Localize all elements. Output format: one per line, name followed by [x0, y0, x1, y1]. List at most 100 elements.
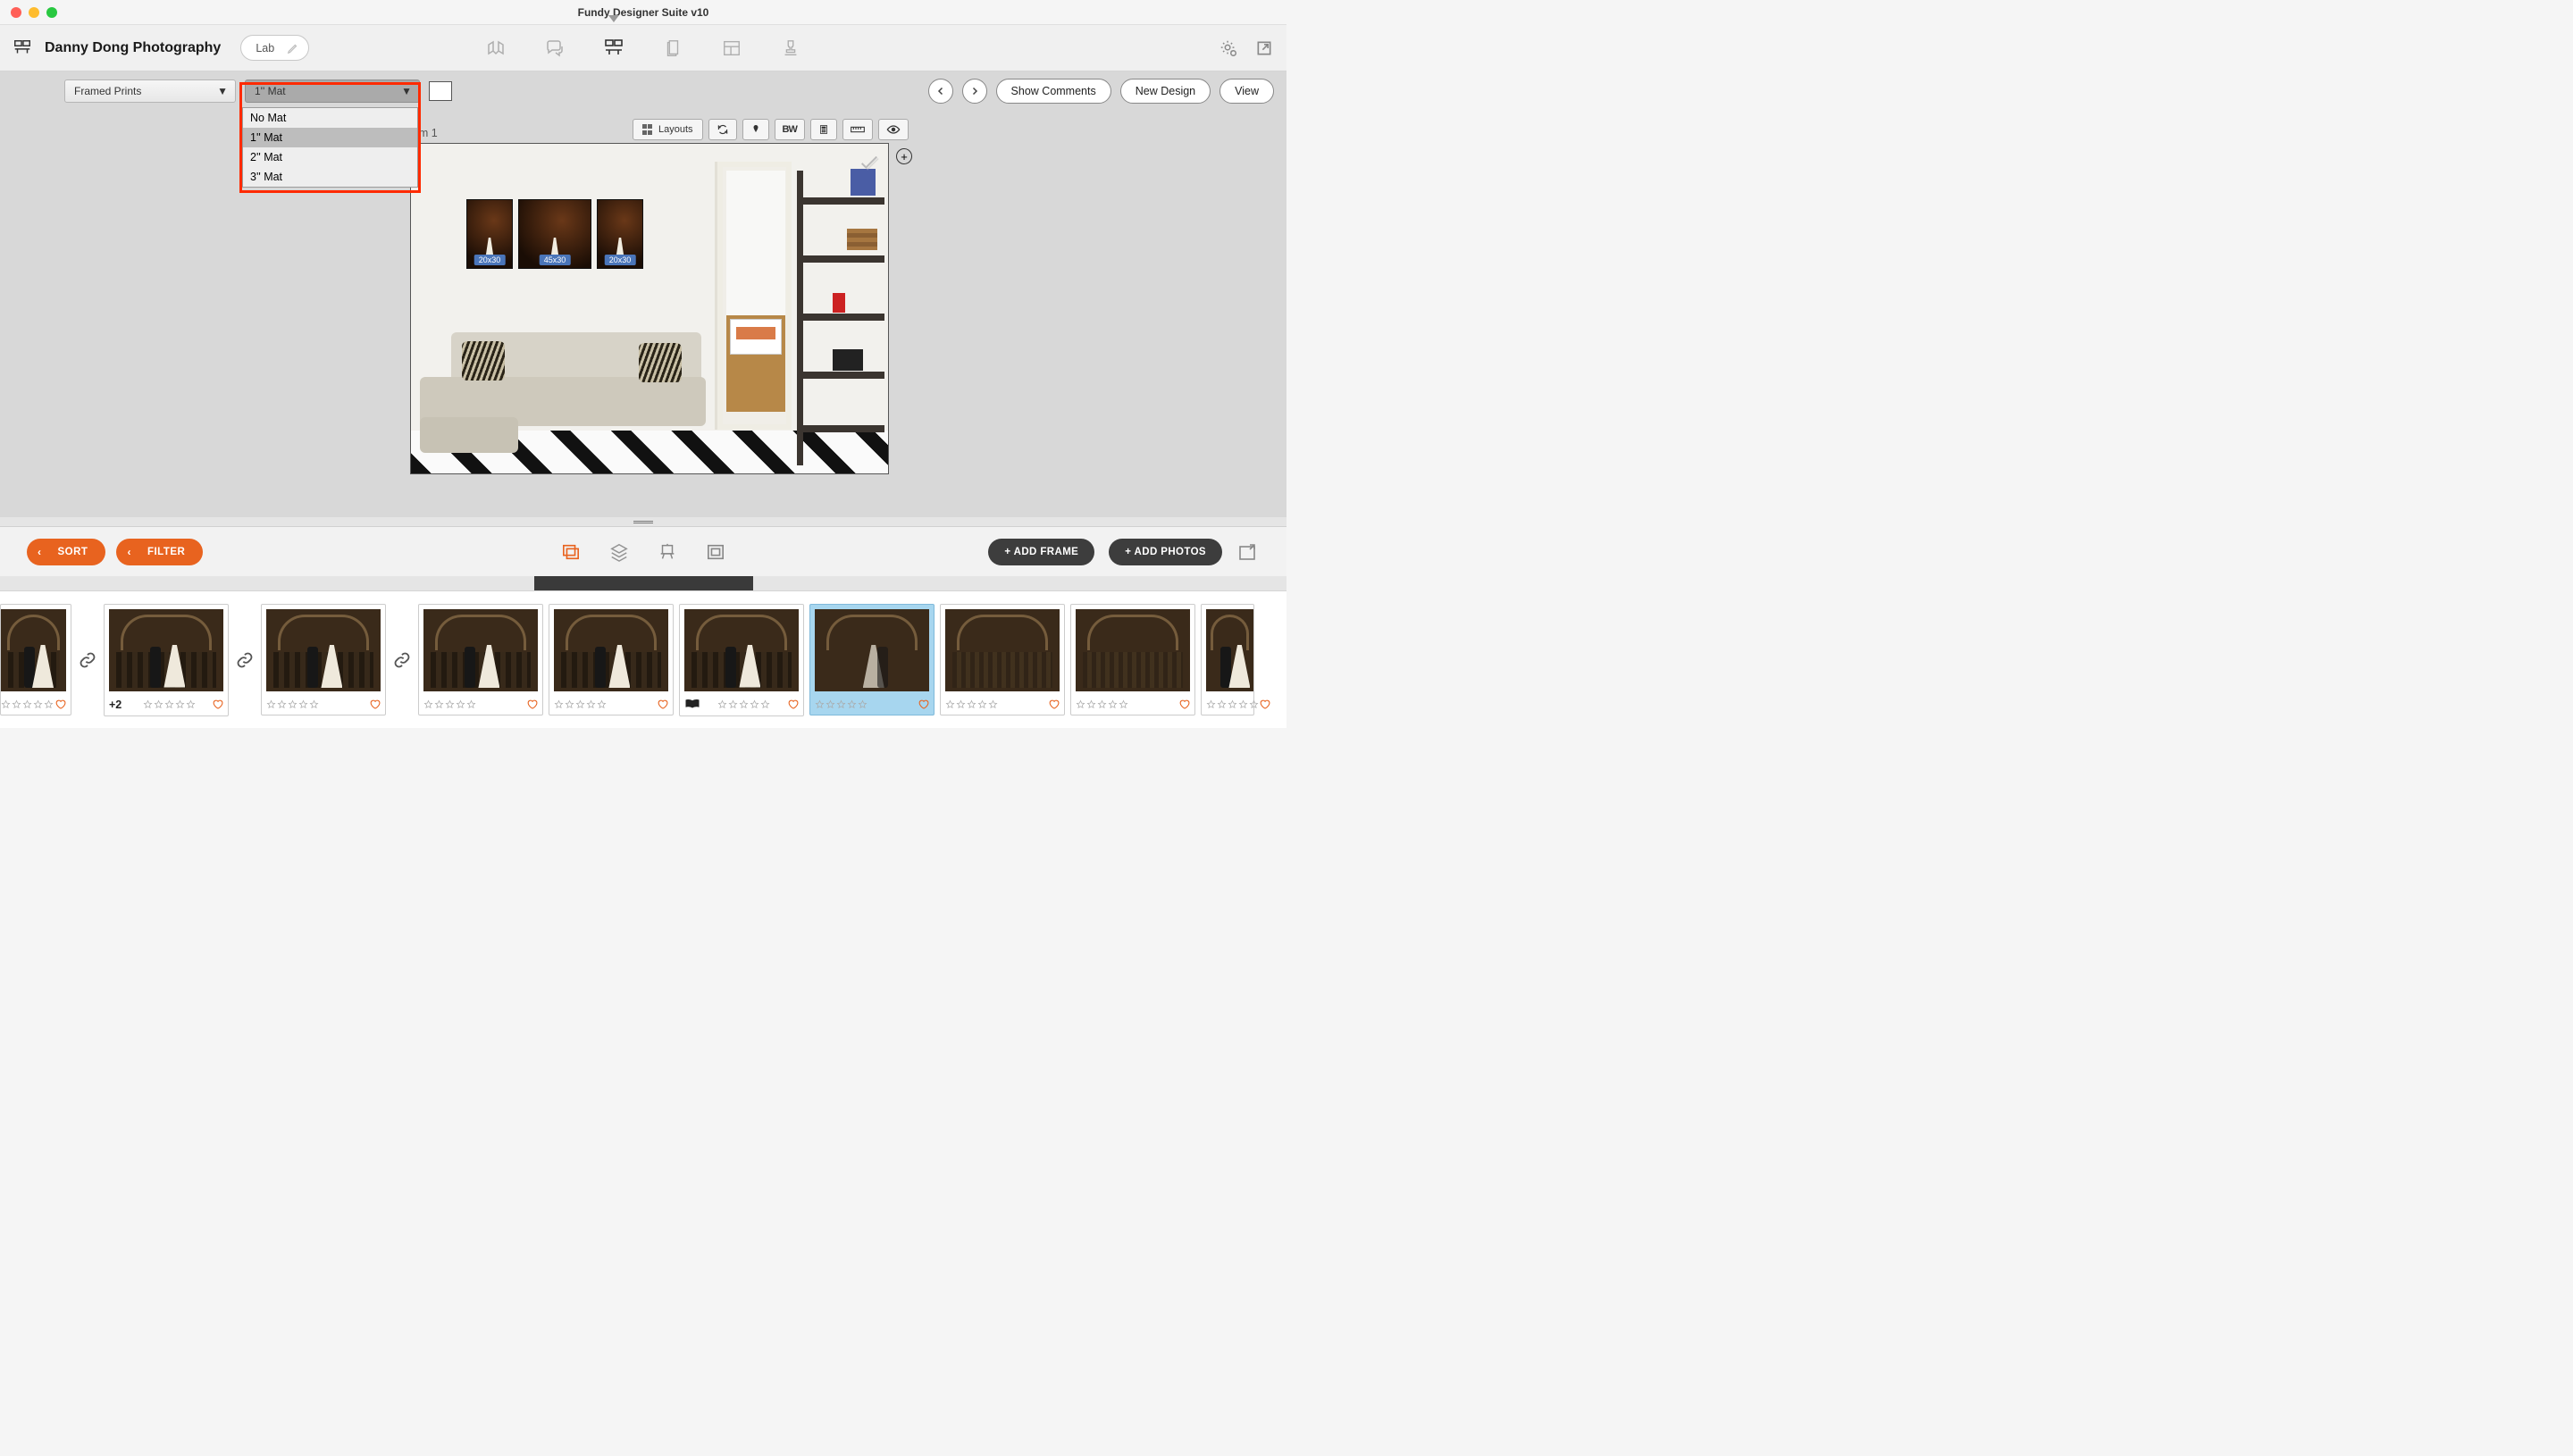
filmstrip-thumb[interactable] — [0, 604, 71, 715]
module-album-icon[interactable] — [484, 37, 507, 60]
print-type-dropdown[interactable]: Framed Prints ▼ — [64, 79, 236, 103]
next-arrow-button[interactable] — [962, 79, 987, 104]
star-rating[interactable] — [815, 699, 867, 709]
mat-option-no-mat[interactable]: No Mat — [243, 108, 417, 128]
star-rating[interactable] — [554, 699, 607, 709]
filmstrip-thumb[interactable]: +2 — [104, 604, 229, 716]
filmstrip-thumb[interactable]: 1 — [261, 604, 386, 715]
design-toolbar: Layouts BW — [633, 119, 909, 140]
mode-easel-icon[interactable] — [657, 541, 678, 563]
color-swatch[interactable] — [429, 81, 452, 101]
room-mockup[interactable]: 20x30 45x30 20x30 — [410, 143, 889, 474]
eye-tool[interactable] — [878, 119, 909, 140]
star-rating[interactable] — [945, 699, 998, 709]
star-rating[interactable] — [1206, 699, 1259, 709]
refresh-tool[interactable] — [708, 119, 737, 140]
filmstrip-thumb[interactable]: 1 — [809, 604, 934, 715]
active-module-pointer-icon — [608, 15, 619, 22]
chevron-left-icon: ‹ — [38, 546, 42, 558]
link-icon — [77, 649, 98, 671]
sort-button[interactable]: ‹SORT — [27, 539, 105, 565]
filmstrip-thumb[interactable] — [1070, 604, 1195, 715]
prev-arrow-button[interactable] — [928, 79, 953, 104]
filmstrip-thumb[interactable] — [940, 604, 1065, 715]
external-link-icon[interactable] — [1254, 38, 1274, 58]
module-cards-icon[interactable] — [661, 37, 684, 60]
filmstrip-thumb[interactable]: 1 — [549, 604, 674, 715]
heart-icon[interactable] — [657, 699, 668, 710]
add-design-button[interactable]: + — [896, 148, 912, 164]
thumb-image — [109, 609, 223, 691]
layouts-button[interactable]: Layouts — [633, 119, 703, 140]
mat-option-1-mat[interactable]: 1'' Mat — [243, 128, 417, 147]
heart-icon[interactable] — [1048, 699, 1060, 710]
heart-icon[interactable] — [369, 699, 381, 710]
pin-tool[interactable] — [742, 119, 769, 140]
heart-icon[interactable] — [526, 699, 538, 710]
filter-button[interactable]: ‹FILTER — [116, 539, 203, 565]
star-rating[interactable] — [1, 699, 54, 709]
window-zoom-button[interactable] — [46, 7, 57, 18]
window-minimize-button[interactable] — [29, 7, 39, 18]
heart-icon[interactable] — [212, 699, 223, 710]
link-icon — [234, 649, 256, 671]
wall-frame-3[interactable]: 20x30 — [597, 199, 643, 269]
thumb-meta — [815, 691, 929, 710]
filmstrip-thumb[interactable] — [1201, 604, 1254, 715]
heart-icon[interactable] — [1178, 699, 1190, 710]
heart-icon[interactable] — [1259, 699, 1270, 710]
wall-frames-cluster[interactable]: 20x30 45x30 20x30 — [466, 199, 643, 269]
designer-icon[interactable] — [13, 38, 32, 58]
window-title: Fundy Designer Suite v10 — [0, 6, 1286, 19]
approve-check-icon[interactable] — [859, 153, 879, 172]
star-rating[interactable] — [266, 699, 319, 709]
mode-layers-icon[interactable] — [608, 541, 630, 563]
mat-dropdown[interactable]: 1'' Mat ▼ — [245, 79, 420, 103]
chevron-left-icon: ‹ — [127, 546, 131, 558]
module-stamp-icon[interactable] — [779, 37, 802, 60]
export-icon[interactable] — [1236, 540, 1260, 564]
mode-frame-icon[interactable] — [705, 541, 726, 563]
filmstrip-active-tab[interactable] — [534, 576, 753, 590]
calculator-tool[interactable] — [810, 119, 837, 140]
eye-icon — [886, 124, 901, 135]
ruler-tool[interactable] — [842, 119, 873, 140]
refresh-icon — [717, 123, 729, 136]
design-stage: oom 1 Layouts BW — [0, 111, 1286, 517]
mat-option-2-mat[interactable]: 2'' Mat — [243, 147, 417, 167]
star-rating[interactable] — [143, 699, 196, 709]
mode-gallery-icon[interactable] — [560, 541, 582, 563]
ruler-icon — [851, 124, 865, 135]
star-rating[interactable] — [1076, 699, 1128, 709]
wall-frame-1[interactable]: 20x30 — [466, 199, 513, 269]
heart-icon[interactable] — [918, 699, 929, 710]
module-wallart-icon[interactable] — [602, 37, 625, 60]
module-chat-icon[interactable] — [543, 37, 566, 60]
window-close-button[interactable] — [11, 7, 21, 18]
pin-icon — [750, 123, 761, 136]
module-collage-icon[interactable] — [720, 37, 743, 60]
settings-gear-icon[interactable] — [1219, 38, 1238, 58]
new-design-button[interactable]: New Design — [1120, 79, 1211, 104]
add-frame-button[interactable]: + ADD FRAME — [988, 539, 1094, 565]
mat-option-3-mat[interactable]: 3'' Mat — [243, 167, 417, 187]
titlebar: Fundy Designer Suite v10 — [0, 0, 1286, 25]
add-photos-button[interactable]: + ADD PHOTOS — [1109, 539, 1222, 565]
filmstrip-thumb[interactable] — [418, 604, 543, 715]
bw-tool[interactable]: BW — [775, 119, 805, 140]
view-button[interactable]: View — [1219, 79, 1274, 104]
panel-resize-grip[interactable] — [0, 517, 1286, 526]
show-comments-button[interactable]: Show Comments — [996, 79, 1111, 104]
grid-icon — [642, 124, 653, 135]
thumb-image — [815, 609, 929, 691]
star-rating[interactable] — [423, 699, 476, 709]
heart-icon[interactable] — [787, 699, 799, 710]
filmstrip-thumb[interactable] — [679, 604, 804, 716]
heart-icon[interactable] — [54, 699, 66, 710]
studio-name: Danny Dong Photography — [45, 40, 221, 56]
star-rating[interactable] — [717, 699, 770, 709]
bottom-mode-switcher — [560, 541, 726, 563]
lab-button[interactable]: Lab — [240, 35, 309, 61]
link-icon — [391, 649, 413, 671]
wall-frame-2[interactable]: 45x30 — [518, 199, 591, 269]
